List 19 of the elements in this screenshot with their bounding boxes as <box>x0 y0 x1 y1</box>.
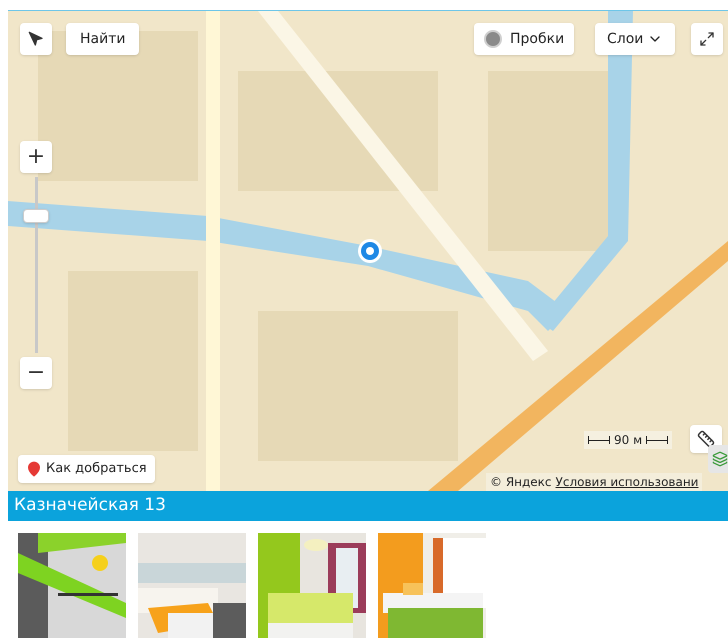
zoom-thumb[interactable] <box>23 209 49 224</box>
ruler-icon <box>697 430 715 448</box>
find-button[interactable]: Найти <box>66 23 140 55</box>
zoom-in-button[interactable]: + <box>20 141 52 173</box>
copyright-text: © Яндекс <box>490 474 552 491</box>
location-button[interactable] <box>20 23 52 55</box>
address-title: Казначейская 13 <box>14 494 166 518</box>
navigation-arrow-icon <box>28 31 44 47</box>
stack-icon <box>712 451 728 467</box>
terms-link[interactable]: Условия использовани <box>556 473 698 491</box>
layers-button[interactable]: Слои <box>595 23 676 55</box>
traffic-icon <box>484 30 502 48</box>
traffic-button[interactable]: Пробки <box>474 23 574 55</box>
expand-icon <box>699 31 715 47</box>
map-pin-icon <box>26 461 42 477</box>
route-button[interactable]: Как добраться <box>18 455 155 483</box>
zoom-out-button[interactable]: − <box>20 357 52 389</box>
fullscreen-button[interactable] <box>691 23 723 55</box>
scale-label: 90 м <box>614 432 642 449</box>
